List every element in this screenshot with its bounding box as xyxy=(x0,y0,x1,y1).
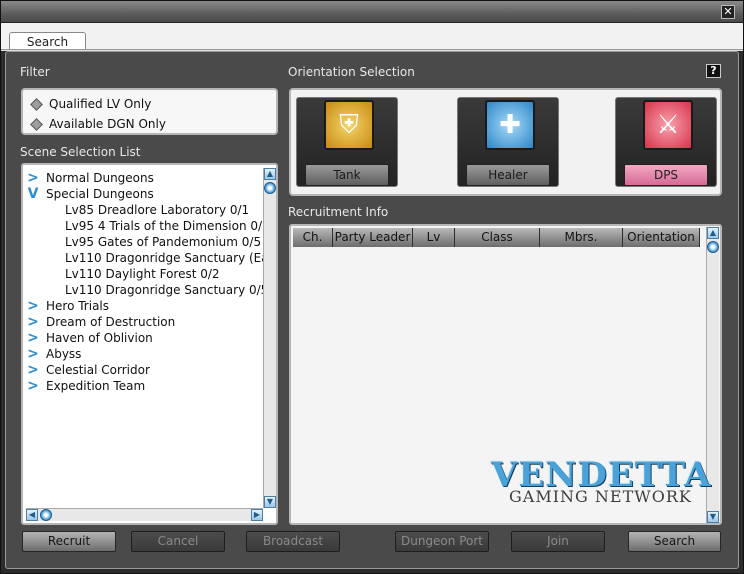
column-header-channel[interactable]: Ch. xyxy=(293,228,333,247)
diamond-checkbox-icon[interactable] xyxy=(30,117,43,131)
dungeon-port-button[interactable]: Dungeon Port xyxy=(395,531,489,552)
scroll-up-arrow-icon[interactable]: ▲ xyxy=(264,168,276,180)
chevron-right-icon[interactable]: > xyxy=(26,299,40,313)
filter-qualified-lv[interactable]: Qualified LV Only xyxy=(29,95,151,113)
scroll-down-arrow-icon[interactable]: ▼ xyxy=(264,496,276,508)
chevron-right-icon[interactable]: > xyxy=(26,315,40,329)
list-item-haven-of-oblivion[interactable]: > Haven of Oblivion xyxy=(26,330,153,346)
dps-button[interactable]: DPS xyxy=(624,164,708,186)
chevron-right-icon[interactable]: > xyxy=(26,379,40,393)
list-item-label: Normal Dungeons xyxy=(46,171,154,185)
list-item-normal-dungeons[interactable]: > Normal Dungeons xyxy=(26,170,154,186)
chevron-down-icon[interactable]: V xyxy=(26,187,40,201)
chevron-right-icon[interactable]: > xyxy=(26,347,40,361)
role-card-tank[interactable]: ⛨ Tank xyxy=(296,97,398,187)
list-item-dungeon[interactable]: Lv110 Dragonridge Sanctuary (Easy xyxy=(65,250,276,266)
list-item-celestial-corridor[interactable]: > Celestial Corridor xyxy=(26,362,150,378)
column-header-members[interactable]: Mbrs. xyxy=(540,228,623,247)
list-item-label: Expedition Team xyxy=(46,379,146,393)
search-button[interactable]: Search xyxy=(628,531,721,552)
list-item-dungeon[interactable]: Lv95 4 Trials of the Dimension 0/2 xyxy=(65,218,270,234)
list-item-dungeon[interactable]: Lv95 Gates of Pandemonium 0/5 xyxy=(65,234,261,250)
orientation-title: Orientation Selection xyxy=(288,65,415,79)
list-item-label: Celestial Corridor xyxy=(46,363,150,377)
column-header-orientation[interactable]: Orientation xyxy=(623,228,700,247)
shield-icon[interactable]: ⛨ xyxy=(324,100,374,150)
tank-button[interactable]: Tank xyxy=(305,164,389,186)
list-item-dungeon[interactable]: Lv85 Dreadlore Laboratory 0/1 xyxy=(65,202,249,218)
search-party-window: ✕ Search Party Filter Qualified LV Only … xyxy=(0,0,744,574)
orientation-panel: ⛨ Tank ✚ Healer ⚔ DPS xyxy=(289,88,722,196)
list-item-expedition-team[interactable]: > Expedition Team xyxy=(26,378,145,394)
join-button[interactable]: Join xyxy=(511,531,605,552)
list-item-dungeon[interactable]: Lv110 Dragonridge Sanctuary 0/5 xyxy=(65,282,268,298)
chevron-right-icon[interactable]: > xyxy=(26,363,40,377)
list-item-dungeon[interactable]: Lv110 Daylight Forest 0/2 xyxy=(65,266,220,282)
scene-list-horizontal-scrollbar[interactable]: ◀ ▶ xyxy=(26,508,263,521)
filter-available-dgn[interactable]: Available DGN Only xyxy=(29,115,166,133)
scroll-thumb[interactable] xyxy=(264,182,276,194)
recruitment-title: Recruitment Info xyxy=(288,205,389,219)
close-button[interactable]: ✕ xyxy=(721,5,735,19)
role-card-dps[interactable]: ⚔ DPS xyxy=(615,97,717,187)
filter-option-label: Qualified LV Only xyxy=(49,97,152,111)
list-item-label: Special Dungeons xyxy=(46,187,154,201)
scene-list-title: Scene Selection List xyxy=(20,145,141,159)
table-header: Ch. Party Leader Lv Class Mbrs. Orientat… xyxy=(293,228,700,247)
scene-list-vertical-scrollbar[interactable]: ▲ ▼ xyxy=(263,168,276,508)
list-item-label: Dream of Destruction xyxy=(46,315,176,329)
filter-title: Filter xyxy=(20,65,50,79)
list-item-dream-of-destruction[interactable]: > Dream of Destruction xyxy=(26,314,175,330)
scroll-thumb[interactable] xyxy=(40,509,52,521)
title-bar[interactable]: ✕ xyxy=(1,1,743,23)
chevron-right-icon[interactable]: > xyxy=(26,331,40,345)
watermark-subtitle: GAMING NETWORK xyxy=(509,487,692,506)
list-item-hero-trials[interactable]: > Hero Trials xyxy=(26,298,109,314)
filter-option-label: Available DGN Only xyxy=(49,117,166,131)
sword-icon[interactable]: ⚔ xyxy=(643,100,693,150)
list-item-label: Haven of Oblivion xyxy=(46,331,153,345)
cancel-button[interactable]: Cancel xyxy=(131,531,225,552)
column-header-class[interactable]: Class xyxy=(455,228,540,247)
cross-arrows-icon[interactable]: ✚ xyxy=(485,100,535,150)
list-item-abyss[interactable]: > Abyss xyxy=(26,346,81,362)
list-item-special-dungeons[interactable]: V Special Dungeons xyxy=(26,186,154,202)
list-item-label: Abyss xyxy=(46,347,82,361)
scroll-up-arrow-icon[interactable]: ▲ xyxy=(707,227,719,239)
scroll-left-arrow-icon[interactable]: ◀ xyxy=(26,509,38,521)
chevron-right-icon[interactable]: > xyxy=(26,171,40,185)
column-header-party-leader[interactable]: Party Leader xyxy=(333,228,413,247)
scroll-down-arrow-icon[interactable]: ▼ xyxy=(707,511,719,523)
scroll-right-arrow-icon[interactable]: ▶ xyxy=(251,509,263,521)
broadcast-button[interactable]: Broadcast xyxy=(246,531,340,552)
filter-panel: Qualified LV Only Available DGN Only xyxy=(21,88,278,135)
recruit-button[interactable]: Recruit xyxy=(22,531,116,552)
role-card-healer[interactable]: ✚ Healer xyxy=(457,97,559,187)
vendetta-watermark-logo: VENDETTA GAMING NETWORK xyxy=(491,458,711,509)
help-button[interactable]: ? xyxy=(706,64,721,78)
scroll-thumb[interactable] xyxy=(707,241,719,253)
tab-strip: Search Party xyxy=(1,23,743,67)
scene-selection-list: > Normal Dungeons V Special Dungeons Lv8… xyxy=(21,163,278,525)
column-header-level[interactable]: Lv xyxy=(413,228,455,247)
diamond-checkbox-icon[interactable] xyxy=(30,97,43,111)
list-item-label: Hero Trials xyxy=(46,299,110,313)
healer-button[interactable]: Healer xyxy=(466,164,550,186)
